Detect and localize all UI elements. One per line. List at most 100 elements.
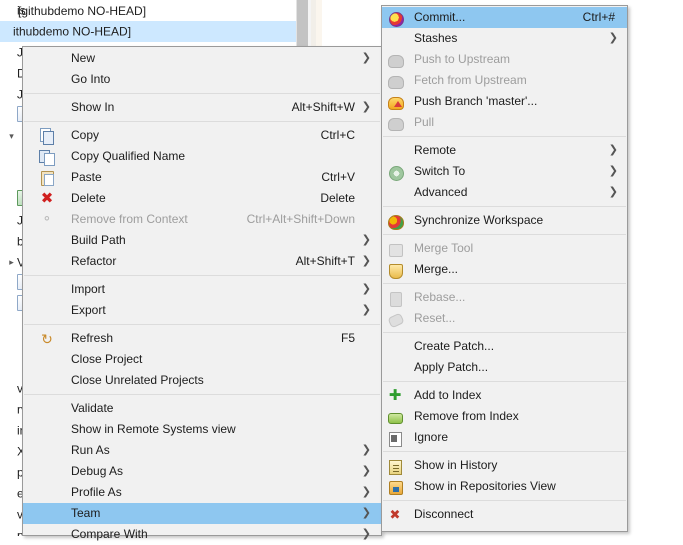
menu-item-label: Show in History xyxy=(414,455,497,476)
menu-separator xyxy=(383,451,626,452)
chevron-right-icon: ❯ xyxy=(362,251,371,272)
chevron-right-icon: ❯ xyxy=(362,48,371,69)
menu-separator xyxy=(24,324,380,325)
chevron-right-icon: ❯ xyxy=(362,230,371,251)
menu-item-label: Add to Index xyxy=(414,385,481,406)
menu-item-disconnect[interactable]: ✖ Disconnect xyxy=(382,504,627,525)
menu-item-profile-as[interactable]: Profile As❯ xyxy=(23,482,381,503)
menu-item-show-in-history[interactable]: Show in History xyxy=(382,455,627,476)
menu-item-label: Merge... xyxy=(414,259,458,280)
menu-item-merge[interactable]: Merge... xyxy=(382,259,627,280)
menu-item-shortcut: Ctrl+Alt+Shift+Down xyxy=(247,209,355,230)
menu-item-label: Run As xyxy=(71,440,110,461)
menu-item-label: Copy Qualified Name xyxy=(71,146,185,167)
menu-item-show-in-repositories-view[interactable]: Show in Repositories View xyxy=(382,476,627,497)
copy-icon xyxy=(39,128,55,144)
menu-item-label: Debug As xyxy=(71,461,123,482)
menu-item-delete[interactable]: ✖DeleteDelete xyxy=(23,188,381,209)
menu-item-label: Merge Tool xyxy=(414,238,473,259)
menu-item-label: Refactor xyxy=(71,251,116,272)
menu-item-label: Close Unrelated Projects xyxy=(71,370,204,391)
menu-item-label: Team xyxy=(71,503,100,524)
menu-item-team[interactable]: Team❯ xyxy=(23,503,381,524)
chevron-right-icon: ❯ xyxy=(609,161,618,182)
menu-item-fetch-from-upstream: Fetch from Upstream xyxy=(382,70,627,91)
menu-item-run-as[interactable]: Run As❯ xyxy=(23,440,381,461)
menu-item-remote[interactable]: Remote❯ xyxy=(382,140,627,161)
project-context-menu[interactable]: New❯Go Into Show In Alt+Shift+W ❯ Copy Ctrl+C… xyxy=(22,46,382,536)
menu-item-apply-patch[interactable]: Apply Patch... xyxy=(382,357,627,378)
menu-item-switch-to[interactable]: Switch To❯ xyxy=(382,161,627,182)
menu-item-refactor[interactable]: RefactorAlt+Shift+T❯ xyxy=(23,251,381,272)
menu-item-label: Refresh xyxy=(71,328,113,349)
remove-context-icon: ⚬ xyxy=(39,212,55,228)
menu-item-show-in-remote-systems-view[interactable]: Show in Remote Systems view xyxy=(23,419,381,440)
chevron-right-icon: ❯ xyxy=(609,28,618,49)
menu-item-copy-qualified-name[interactable]: Copy Qualified Name xyxy=(23,146,381,167)
menu-item-push-branch-master[interactable]: Push Branch 'master'... xyxy=(382,91,627,112)
menu-item-create-patch[interactable]: Create Patch... xyxy=(382,336,627,357)
repositories-icon xyxy=(387,479,403,495)
chevron-right-icon: ❯ xyxy=(362,482,371,503)
remove-index-icon xyxy=(387,409,403,425)
chevron-right-icon: ❯ xyxy=(362,279,371,300)
menu-item-stashes[interactable]: Stashes ❯ xyxy=(382,28,627,49)
disconnect-icon: ✖ xyxy=(387,507,403,523)
tree-twisty-icon[interactable]: ▸ xyxy=(6,252,17,273)
merge-tool-icon xyxy=(387,241,403,257)
team-submenu[interactable]: Commit...Ctrl+#Stashes❯Push to UpstreamF… xyxy=(381,5,628,532)
tree-item[interactable]: ithubdemo NO-HEAD] xyxy=(0,21,300,42)
menu-item-label: Show In xyxy=(71,97,114,118)
push-branch-icon xyxy=(387,94,403,110)
menu-item-build-path[interactable]: Build Path ❯ xyxy=(23,230,381,251)
tree-scrollbar-thumb[interactable] xyxy=(297,0,308,48)
menu-item-label: Disconnect xyxy=(414,504,473,525)
menu-item-commit[interactable]: Commit... Ctrl+# xyxy=(382,7,627,28)
menu-item-label: Synchronize Workspace xyxy=(414,210,543,231)
menu-item-label: Stashes xyxy=(414,28,457,49)
reset-icon xyxy=(387,311,403,327)
menu-item-label: Build Path xyxy=(71,230,126,251)
menu-item-label: Pull xyxy=(414,112,434,133)
menu-item-compare-with[interactable]: Compare With ❯ xyxy=(23,524,381,545)
menu-item-shortcut: Alt+Shift+W xyxy=(292,97,355,118)
menu-item-new[interactable]: New❯ xyxy=(23,48,381,69)
menu-item-close-unrelated-projects[interactable]: Close Unrelated Projects xyxy=(23,370,381,391)
menu-item-label: Export xyxy=(71,300,106,321)
menu-item-copy[interactable]: Copy Ctrl+C xyxy=(23,125,381,146)
menu-item-shortcut: Ctrl+# xyxy=(583,7,615,28)
menu-item-debug-as[interactable]: Debug As❯ xyxy=(23,461,381,482)
menu-item-label: Close Project xyxy=(71,349,142,370)
menu-item-validate[interactable]: Validate xyxy=(23,398,381,419)
menu-item-label: Compare With xyxy=(71,524,148,545)
chevron-right-icon: ❯ xyxy=(609,182,618,203)
menu-item-label: Copy xyxy=(71,125,99,146)
pull-icon xyxy=(387,115,403,131)
menu-item-label: Commit... xyxy=(414,7,465,28)
menu-item-shortcut: Ctrl+C xyxy=(321,125,355,146)
menu-item-import[interactable]: Import❯ xyxy=(23,279,381,300)
copy-qualified-icon xyxy=(39,149,55,165)
menu-item-show-in[interactable]: Show In Alt+Shift+W ❯ xyxy=(23,97,381,118)
menu-item-add-to-index[interactable]: ✚ Add to Index xyxy=(382,385,627,406)
menu-item-advanced[interactable]: Advanced❯ xyxy=(382,182,627,203)
menu-item-close-project[interactable]: Close Project xyxy=(23,349,381,370)
menu-item-remove-from-context: ⚬Remove from ContextCtrl+Alt+Shift+Down xyxy=(23,209,381,230)
menu-item-go-into[interactable]: Go Into xyxy=(23,69,381,90)
menu-item-remove-from-index[interactable]: Remove from Index xyxy=(382,406,627,427)
menu-item-label: Delete xyxy=(71,188,106,209)
chevron-right-icon: ❯ xyxy=(362,524,371,545)
menu-item-paste[interactable]: PasteCtrl+V xyxy=(23,167,381,188)
menu-item-synchronize-workspace[interactable]: Synchronize Workspace xyxy=(382,210,627,231)
menu-item-export[interactable]: Export❯ xyxy=(23,300,381,321)
menu-item-label: Rebase... xyxy=(414,287,465,308)
push-upstream-icon xyxy=(387,52,403,68)
menu-item-refresh[interactable]: ↻RefreshF5 xyxy=(23,328,381,349)
menu-item-label: Create Patch... xyxy=(414,336,494,357)
menu-item-ignore[interactable]: Ignore xyxy=(382,427,627,448)
tree-twisty-icon[interactable]: ▾ xyxy=(6,126,17,147)
add-to-index-icon: ✚ xyxy=(387,388,403,404)
menu-item-label: Show in Remote Systems view xyxy=(71,419,236,440)
merge-icon xyxy=(387,262,403,278)
chevron-right-icon: ❯ xyxy=(362,97,371,118)
